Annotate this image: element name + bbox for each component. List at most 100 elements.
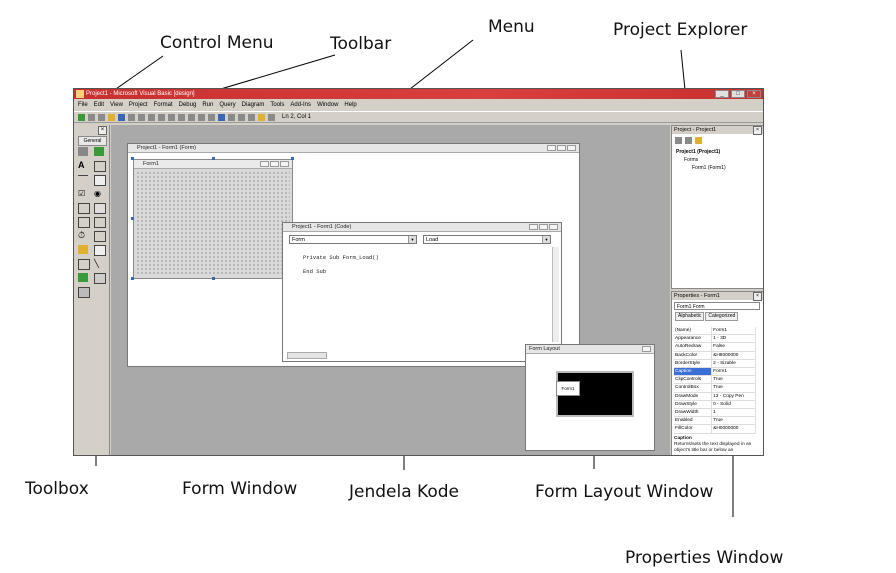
- view-object-icon[interactable]: [685, 137, 692, 144]
- property-row[interactable]: (Name) Form1: [674, 327, 756, 336]
- project-explorer-icon[interactable]: [218, 113, 225, 121]
- form-layout-icon[interactable]: [238, 113, 245, 121]
- property-value[interactable]: True: [711, 383, 756, 393]
- property-value[interactable]: &H8000000: [711, 351, 756, 360]
- property-row[interactable]: AutoRedraw False: [674, 342, 756, 352]
- menu-item-edit[interactable]: Edit: [94, 100, 104, 110]
- tab-categorized[interactable]: Categorized: [705, 312, 739, 321]
- menu-item-view[interactable]: View: [110, 100, 123, 110]
- frame-tool-icon[interactable]: [78, 175, 88, 185]
- toggle-folders-icon[interactable]: [695, 137, 702, 144]
- horizontal-scrollbar[interactable]: [287, 352, 327, 359]
- close-icon[interactable]: ×: [753, 292, 762, 301]
- find-icon[interactable]: [158, 113, 165, 121]
- filelistbox-tool-icon[interactable]: [94, 245, 106, 256]
- tree-folder[interactable]: Forms: [676, 156, 726, 164]
- resize-handle[interactable]: [131, 217, 134, 220]
- break-icon[interactable]: [198, 113, 205, 121]
- pointer-tool-icon[interactable]: [78, 147, 88, 156]
- menu-item-window[interactable]: Window: [317, 100, 338, 110]
- checkbox-tool-icon[interactable]: ☑: [78, 189, 88, 198]
- save-icon[interactable]: [118, 113, 125, 121]
- form1-position-preview[interactable]: Form1: [556, 381, 580, 396]
- picturebox-tool-icon[interactable]: [94, 147, 104, 156]
- menu-item-tools[interactable]: Tools: [270, 100, 284, 110]
- property-row[interactable]: BackColor &H8000000: [674, 351, 756, 360]
- vertical-scrollbar[interactable]: [552, 247, 559, 342]
- optionbutton-tool-icon[interactable]: ◉: [94, 189, 104, 198]
- property-row[interactable]: DrawMode 13 - Copy Pen: [674, 392, 756, 401]
- cut-icon[interactable]: [128, 113, 135, 121]
- minimize-icon[interactable]: _: [715, 90, 729, 98]
- shape-tool-icon[interactable]: [78, 259, 90, 270]
- procedure-combo[interactable]: Load ▼: [423, 235, 551, 244]
- code-line[interactable]: End Sub: [303, 268, 326, 275]
- view-code-icon[interactable]: [675, 137, 682, 144]
- close-icon[interactable]: [642, 346, 651, 352]
- restore-icon[interactable]: [557, 145, 566, 151]
- tree-item[interactable]: Form1 (Form1): [676, 164, 726, 172]
- form1-object[interactable]: Form1: [133, 159, 293, 279]
- chevron-down-icon[interactable]: ▼: [408, 236, 416, 243]
- control-menu-icon[interactable]: [76, 90, 84, 98]
- property-row[interactable]: FillColor &H0000000: [674, 424, 756, 434]
- end-icon[interactable]: [208, 113, 215, 121]
- maximize-icon[interactable]: □: [731, 90, 745, 98]
- code-line[interactable]: Private Sub Form_Load(): [303, 254, 379, 261]
- property-value[interactable]: 13 - Copy Pen: [711, 392, 756, 401]
- dirlistbox-tool-icon[interactable]: [78, 245, 88, 254]
- redo-icon[interactable]: [178, 113, 185, 121]
- label-tool-icon[interactable]: A: [78, 161, 88, 170]
- close-icon[interactable]: [567, 145, 576, 151]
- toolbox-icon[interactable]: [258, 113, 265, 121]
- listbox-tool-icon[interactable]: [94, 203, 106, 214]
- form-layout-window[interactable]: Form Layout Form1: [525, 344, 655, 451]
- resize-handle[interactable]: [212, 277, 215, 280]
- menu-item-file[interactable]: File: [78, 100, 88, 110]
- property-row[interactable]: DrawWidth 1: [674, 408, 756, 418]
- menu-item-run[interactable]: Run: [202, 100, 213, 110]
- tab-alphabetic[interactable]: Alphabetic: [675, 312, 705, 321]
- resize-handle[interactable]: [131, 157, 134, 160]
- property-row[interactable]: ControlBox True: [674, 383, 756, 393]
- close-icon[interactable]: ×: [747, 90, 761, 98]
- property-value[interactable]: 0 - Solid: [711, 400, 756, 410]
- property-value[interactable]: True: [711, 416, 756, 426]
- data-view-icon[interactable]: [268, 113, 275, 121]
- undo-icon[interactable]: [168, 113, 175, 121]
- start-icon[interactable]: [188, 113, 195, 121]
- property-row[interactable]: Appearance 1 - 3D: [674, 334, 756, 344]
- resize-handle[interactable]: [212, 157, 215, 160]
- menu-item-format[interactable]: Format: [154, 100, 173, 110]
- open-icon[interactable]: [108, 113, 115, 121]
- properties-object-combo[interactable]: Form1 Form: [674, 302, 760, 310]
- property-value[interactable]: 1 - 3D: [711, 334, 756, 344]
- image-tool-icon[interactable]: [78, 273, 88, 282]
- toolbox-close-icon[interactable]: ×: [98, 126, 107, 135]
- minimize-icon[interactable]: [529, 224, 538, 230]
- property-row[interactable]: Enabled True: [674, 416, 756, 426]
- ole-tool-icon[interactable]: [78, 287, 90, 298]
- property-row[interactable]: ClipControls True: [674, 375, 756, 385]
- menu-item-diagram[interactable]: Diagram: [242, 100, 265, 110]
- timer-tool-icon[interactable]: ⏱: [78, 231, 88, 240]
- data-tool-icon[interactable]: [94, 273, 106, 284]
- restore-icon[interactable]: [539, 224, 548, 230]
- code-window[interactable]: Project1 - Form1 (Code) Form ▼ Load ▼ Pr…: [282, 222, 562, 362]
- menu-item-debug[interactable]: Debug: [179, 100, 197, 110]
- property-value[interactable]: &H0000000: [711, 424, 756, 434]
- close-icon[interactable]: ×: [753, 126, 762, 135]
- properties-icon[interactable]: [228, 113, 235, 121]
- paste-icon[interactable]: [148, 113, 155, 121]
- property-value[interactable]: Form1: [711, 367, 756, 377]
- combobox-tool-icon[interactable]: [78, 203, 90, 214]
- resize-handle[interactable]: [131, 277, 134, 280]
- commandbutton-tool-icon[interactable]: [94, 175, 106, 186]
- chevron-down-icon[interactable]: ▼: [542, 236, 550, 243]
- close-icon[interactable]: [549, 224, 558, 230]
- property-value[interactable]: True: [711, 375, 756, 385]
- menu-item-query[interactable]: Query: [219, 100, 235, 110]
- property-row[interactable]: Caption Form1: [674, 367, 756, 377]
- menu-editor-icon[interactable]: [98, 113, 105, 121]
- line-tool-icon[interactable]: ╲: [94, 259, 104, 268]
